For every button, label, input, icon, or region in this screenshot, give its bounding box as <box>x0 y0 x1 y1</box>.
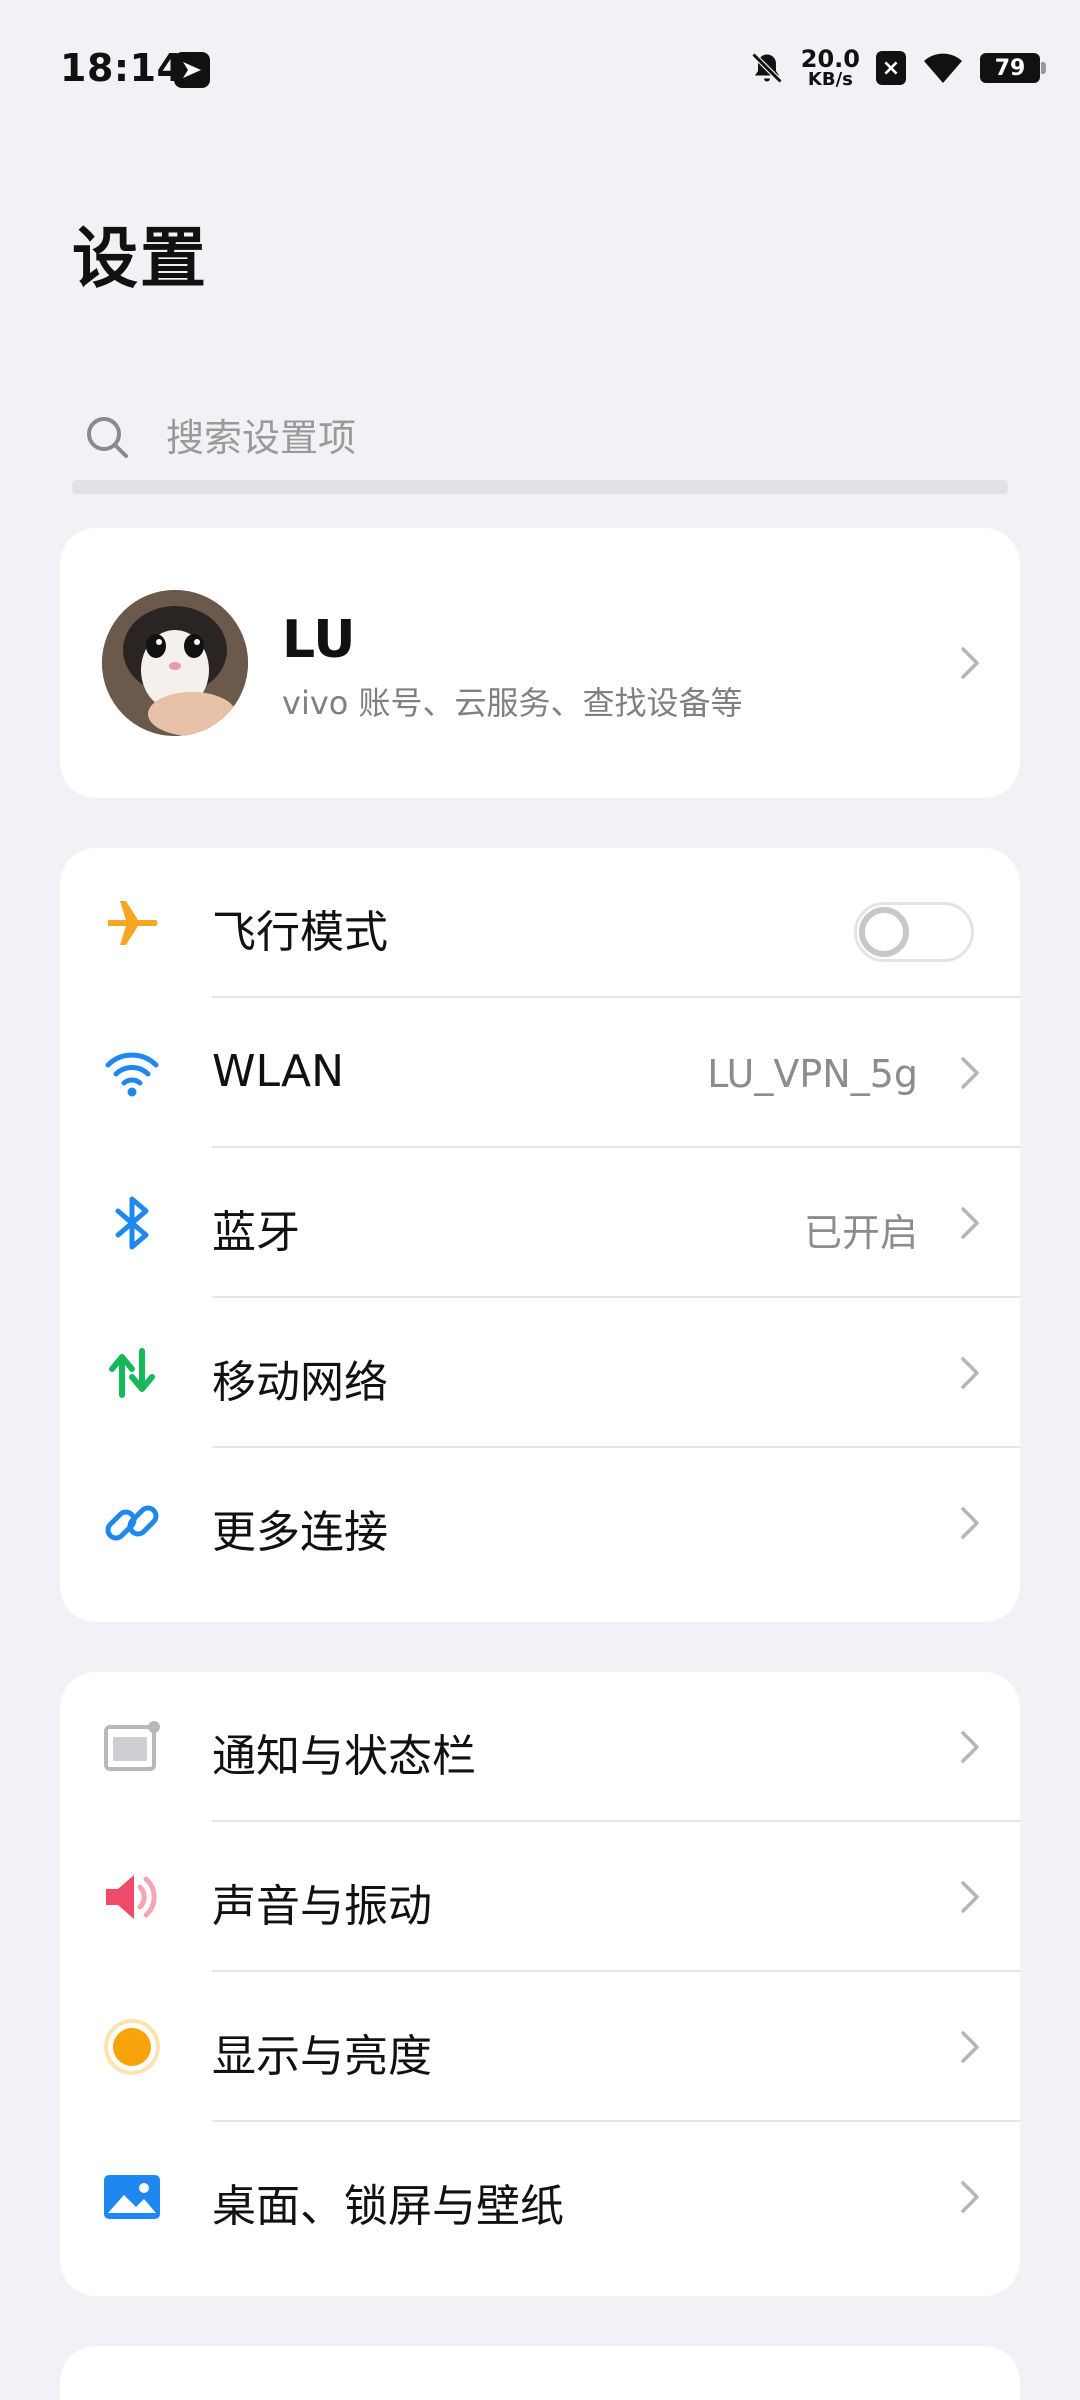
settings-item-airplane-mode[interactable]: 飞行模式 <box>60 848 1020 998</box>
more-connections-label: 更多连接 <box>212 1507 388 1558</box>
account-name: LU <box>282 610 356 670</box>
settings-item-more-connections[interactable]: 更多连接 <box>60 1448 1020 1598</box>
wifi-signal-icon <box>924 53 962 83</box>
speaker-icon <box>106 1875 157 1919</box>
chevron-right-icon <box>961 2181 979 2213</box>
settings-screen: 18:14 20.0 KB/s × 79 设置 搜索设置项 LU vivo 账号… <box>0 0 1080 2400</box>
chevron-right-icon <box>961 647 979 679</box>
app-notification-icon <box>174 52 210 88</box>
chevron-right-icon <box>961 1881 979 1913</box>
status-time: 18:14 <box>60 46 184 90</box>
page-title: 设置 <box>72 220 208 297</box>
settings-item-notifications[interactable]: 通知与状态栏 <box>60 1672 1020 1822</box>
settings-item-wallpaper[interactable]: 桌面、锁屏与壁纸 <box>60 2122 1020 2272</box>
chevron-right-icon <box>961 1731 979 1763</box>
settings-item-mobile-network[interactable]: 移动网络 <box>60 1298 1020 1448</box>
wifi-icon <box>105 1052 159 1097</box>
status-indicators: 20.0 KB/s × 79 <box>749 45 1046 90</box>
settings-item-bluetooth[interactable]: 蓝牙 已开启 <box>60 1148 1020 1298</box>
chevron-right-icon <box>961 1057 979 1089</box>
notifications-label: 通知与状态栏 <box>212 1731 476 1782</box>
wallpaper-icon <box>104 2175 160 2219</box>
search-bar[interactable] <box>72 398 1008 498</box>
link-icon <box>105 1505 159 1541</box>
brightness-icon <box>104 2019 160 2075</box>
status-bar: 18:14 20.0 KB/s × 79 <box>0 0 1080 140</box>
wallpaper-label: 桌面、锁屏与壁纸 <box>212 2181 564 2232</box>
network-speed: 20.0 KB/s <box>800 45 860 90</box>
next-settings-card <box>60 2346 1020 2400</box>
settings-item-display-brightness[interactable]: 显示与亮度 <box>60 1972 1020 2122</box>
search-underline <box>72 480 1008 494</box>
mobile-data-icon <box>109 1348 155 1398</box>
airplane-mode-label: 飞行模式 <box>212 907 388 958</box>
account-subtitle: vivo 账号、云服务、查找设备等 <box>282 684 743 722</box>
settings-item-wlan[interactable]: WLAN LU_VPN_5g <box>60 998 1020 1148</box>
chevron-right-icon <box>961 1207 979 1239</box>
battery-icon: 79 <box>980 53 1046 83</box>
connectivity-card: 飞行模式 WLAN LU_VPN_5g 蓝牙 已开启 移动网络 更多连接 <box>60 848 1020 1622</box>
mobile-network-label: 移动网络 <box>212 1357 388 1408</box>
settings-item-sound[interactable]: 声音与振动 <box>60 1822 1020 1972</box>
account-card[interactable]: LU vivo 账号、云服务、查找设备等 <box>60 528 1020 798</box>
no-sim-icon: × <box>876 51 906 85</box>
bluetooth-icon <box>115 1196 149 1250</box>
display-card: 通知与状态栏 声音与振动 显示与亮度 桌面、锁屏与壁纸 <box>60 1672 1020 2296</box>
toggle-knob <box>859 907 909 957</box>
mute-bell-icon <box>751 52 783 84</box>
bluetooth-value: 已开启 <box>803 1211 918 1255</box>
airplane-mode-toggle[interactable] <box>854 902 974 962</box>
sound-label: 声音与振动 <box>212 1881 432 1932</box>
chevron-right-icon <box>961 1507 979 1539</box>
chevron-right-icon <box>961 2031 979 2063</box>
chevron-right-icon <box>961 1357 979 1389</box>
search-icon <box>87 417 128 458</box>
bluetooth-label: 蓝牙 <box>212 1207 300 1258</box>
avatar <box>102 590 248 736</box>
airplane-icon <box>108 901 158 945</box>
wlan-label: WLAN <box>212 1046 345 1097</box>
search-input[interactable] <box>166 410 986 466</box>
display-brightness-label: 显示与亮度 <box>212 2031 432 2082</box>
notification-bar-icon <box>104 1721 160 1771</box>
wlan-value: LU_VPN_5g <box>707 1052 918 1096</box>
